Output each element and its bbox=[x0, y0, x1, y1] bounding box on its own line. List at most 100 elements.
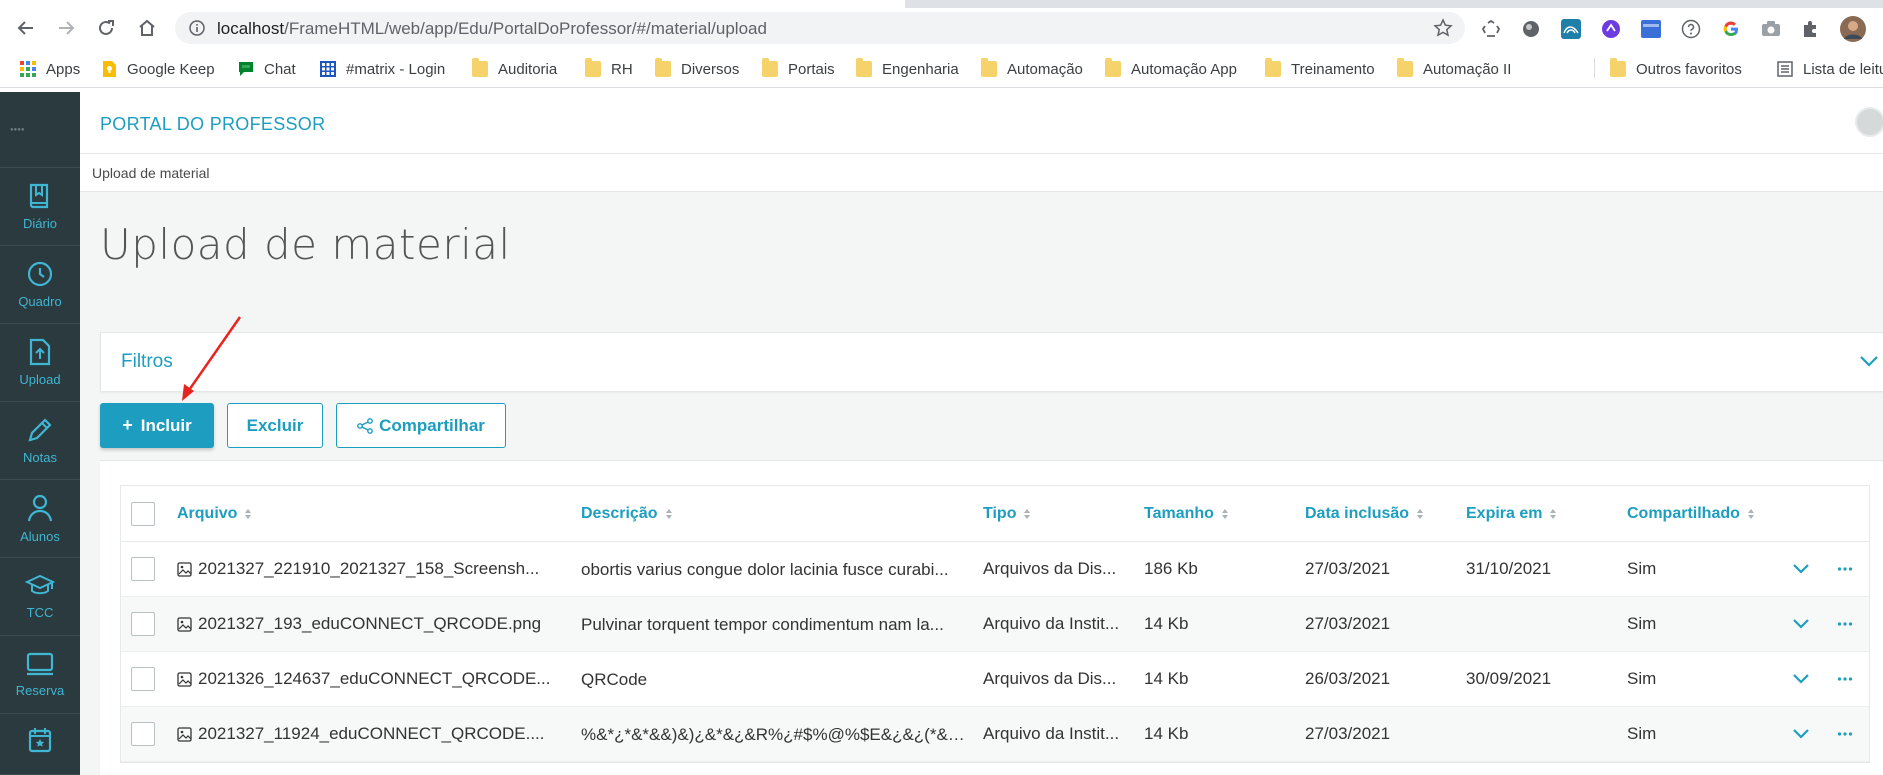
breadcrumb: Upload de material bbox=[80, 154, 1883, 192]
bookmark-auditoria[interactable]: Auditoria bbox=[472, 58, 557, 80]
folder-icon bbox=[1105, 58, 1121, 77]
back-button[interactable] bbox=[12, 14, 40, 42]
select-all-checkbox[interactable] bbox=[131, 501, 155, 526]
row-checkbox[interactable] bbox=[131, 612, 155, 636]
camera-extension-icon[interactable] bbox=[1760, 18, 1782, 40]
image-file-icon bbox=[177, 561, 192, 577]
active-tab[interactable] bbox=[0, 0, 905, 8]
profile-avatar[interactable] bbox=[1840, 16, 1866, 42]
row-expand-button[interactable] bbox=[1789, 542, 1813, 596]
recycle-extension-icon[interactable] bbox=[1480, 18, 1502, 40]
sidebar-item-label: Quadro bbox=[18, 294, 62, 309]
url-host: localhost bbox=[217, 19, 285, 38]
header-arquivo[interactable]: Arquivo bbox=[177, 486, 567, 541]
cell-arquivo[interactable]: 2021327_193_eduCONNECT_QRCODE.png bbox=[177, 597, 567, 651]
card-extension-icon[interactable] bbox=[1640, 18, 1662, 40]
header-compartilhado[interactable]: Compartilhado bbox=[1627, 486, 1787, 541]
bookmark-matrix[interactable]: #matrix - Login bbox=[320, 58, 445, 80]
help-extension-icon[interactable] bbox=[1680, 18, 1702, 40]
header-label: Tipo bbox=[983, 504, 1017, 522]
header-tipo[interactable]: Tipo bbox=[983, 486, 1128, 541]
header-label: Expira em bbox=[1466, 504, 1543, 522]
google-extension-icon[interactable] bbox=[1720, 18, 1742, 40]
bookmark-chat[interactable]: Chat bbox=[238, 58, 296, 80]
row-expand-button[interactable] bbox=[1789, 597, 1813, 651]
bookmark-rh[interactable]: RH bbox=[585, 58, 633, 80]
folder-icon bbox=[856, 58, 872, 77]
table-row[interactable]: 2021327_221910_2021327_158_Screensh... o… bbox=[121, 542, 1869, 597]
bookmark-automacao-app[interactable]: Automação App bbox=[1105, 58, 1237, 80]
header-descricao[interactable]: Descrição bbox=[581, 486, 966, 541]
sidebar-item-tcc[interactable]: TCC bbox=[0, 558, 80, 636]
cell-arquivo[interactable]: 2021327_11924_eduCONNECT_QRCODE.... bbox=[177, 707, 567, 761]
table-row[interactable]: 2021327_193_eduCONNECT_QRCODE.png Pulvin… bbox=[121, 597, 1869, 652]
table-row[interactable]: 2021326_124637_eduCONNECT_QRCODE... QRCo… bbox=[121, 652, 1869, 707]
cell-text: Arquivo da Instit... bbox=[983, 614, 1120, 633]
reload-button[interactable] bbox=[92, 14, 120, 42]
chevron-down-icon[interactable] bbox=[1859, 355, 1879, 367]
sort-icon bbox=[1747, 508, 1754, 519]
bookmark-label: Treinamento bbox=[1291, 60, 1375, 78]
compartilhar-label: Compartilhar bbox=[379, 415, 485, 435]
sidebar-item-calendar[interactable] bbox=[0, 714, 80, 775]
header-expira-em[interactable]: Expira em bbox=[1466, 486, 1616, 541]
row-checkbox[interactable] bbox=[131, 722, 155, 746]
compartilhar-button[interactable]: Compartilhar bbox=[336, 403, 506, 448]
bookmark-portais[interactable]: Portais bbox=[762, 58, 835, 80]
bookmark-diversos[interactable]: Diversos bbox=[655, 58, 739, 80]
row-more-button[interactable] bbox=[1833, 707, 1857, 761]
sphere-extension-icon[interactable] bbox=[1520, 18, 1542, 40]
row-more-button[interactable] bbox=[1833, 542, 1857, 596]
sidebar-item-quadro[interactable]: Quadro bbox=[0, 246, 80, 324]
bookmark-google-keep[interactable]: Google Keep bbox=[101, 58, 215, 80]
cell-arquivo[interactable]: 2021326_124637_eduCONNECT_QRCODE... bbox=[177, 652, 567, 706]
header-tamanho[interactable]: Tamanho bbox=[1144, 486, 1284, 541]
star-icon[interactable] bbox=[1433, 18, 1453, 38]
sidebar-item-diario[interactable]: Diário bbox=[0, 168, 80, 246]
cell-data-inclusao: 27/03/2021 bbox=[1305, 707, 1455, 761]
sidebar-item-reserva[interactable]: Reserva bbox=[0, 636, 80, 714]
cell-text: QRCode bbox=[581, 669, 648, 689]
bookmark-apps[interactable]: Apps bbox=[20, 58, 80, 80]
user-avatar[interactable] bbox=[1855, 107, 1883, 137]
sidebar-item-upload[interactable]: Upload bbox=[0, 324, 80, 402]
bookmark-automacao-ii[interactable]: Automação II bbox=[1397, 58, 1511, 80]
sidebar-item-label: Upload bbox=[19, 372, 61, 387]
bookmark-engenharia[interactable]: Engenharia bbox=[856, 58, 959, 80]
puzzle-icon[interactable] bbox=[1800, 18, 1822, 40]
bookmark-automacao[interactable]: Automação bbox=[981, 58, 1083, 80]
row-expand-button[interactable] bbox=[1789, 707, 1813, 761]
incluir-button[interactable]: + Incluir bbox=[100, 403, 214, 448]
row-more-button[interactable] bbox=[1833, 597, 1857, 651]
row-more-button[interactable] bbox=[1833, 652, 1857, 706]
book-icon bbox=[29, 183, 49, 209]
row-checkbox[interactable] bbox=[131, 557, 155, 581]
forward-button[interactable] bbox=[52, 14, 80, 42]
home-button[interactable] bbox=[133, 14, 161, 42]
cell-data-inclusao: 26/03/2021 bbox=[1305, 652, 1455, 706]
url-path: /FrameHTML/web/app/Edu/PortalDoProfessor… bbox=[284, 19, 767, 38]
cell-tamanho: 14 Kb bbox=[1144, 597, 1284, 651]
sidebar: ●●●● Diário Quadro Upload Notas Alunos T… bbox=[0, 92, 80, 775]
cell-arquivo[interactable]: 2021327_221910_2021327_158_Screensh... bbox=[177, 542, 567, 596]
excluir-button[interactable]: Excluir bbox=[227, 403, 323, 448]
table-row[interactable]: 2021327_11924_eduCONNECT_QRCODE.... %&*¿… bbox=[121, 707, 1869, 762]
address-bar[interactable]: localhost/FrameHTML/web/app/Edu/PortalDo… bbox=[175, 12, 1465, 44]
row-expand-button[interactable] bbox=[1789, 652, 1813, 706]
filters-panel[interactable]: Filtros bbox=[100, 332, 1883, 392]
bookmark-outros-favoritos[interactable]: Outros favoritos bbox=[1610, 58, 1742, 80]
bookmark-reading-list[interactable]: Lista de leitura bbox=[1777, 58, 1883, 80]
portal-title: PORTAL DO PROFESSOR bbox=[100, 114, 326, 134]
apps-grid-icon bbox=[20, 61, 36, 77]
bookmark-treinamento[interactable]: Treinamento bbox=[1265, 58, 1375, 80]
sidebar-item-alunos[interactable]: Alunos bbox=[0, 480, 80, 558]
sidebar-item-notas[interactable]: Notas bbox=[0, 402, 80, 480]
image-file-icon bbox=[177, 726, 192, 742]
header-data-inclusao[interactable]: Data inclusão bbox=[1305, 486, 1455, 541]
wave-extension-icon[interactable] bbox=[1560, 18, 1582, 40]
folder-icon bbox=[585, 58, 601, 77]
bookmark-label: Lista de leitura bbox=[1803, 60, 1883, 78]
cell-text: 26/03/2021 bbox=[1305, 669, 1391, 688]
row-checkbox[interactable] bbox=[131, 667, 155, 691]
purple-extension-icon[interactable] bbox=[1600, 18, 1622, 40]
